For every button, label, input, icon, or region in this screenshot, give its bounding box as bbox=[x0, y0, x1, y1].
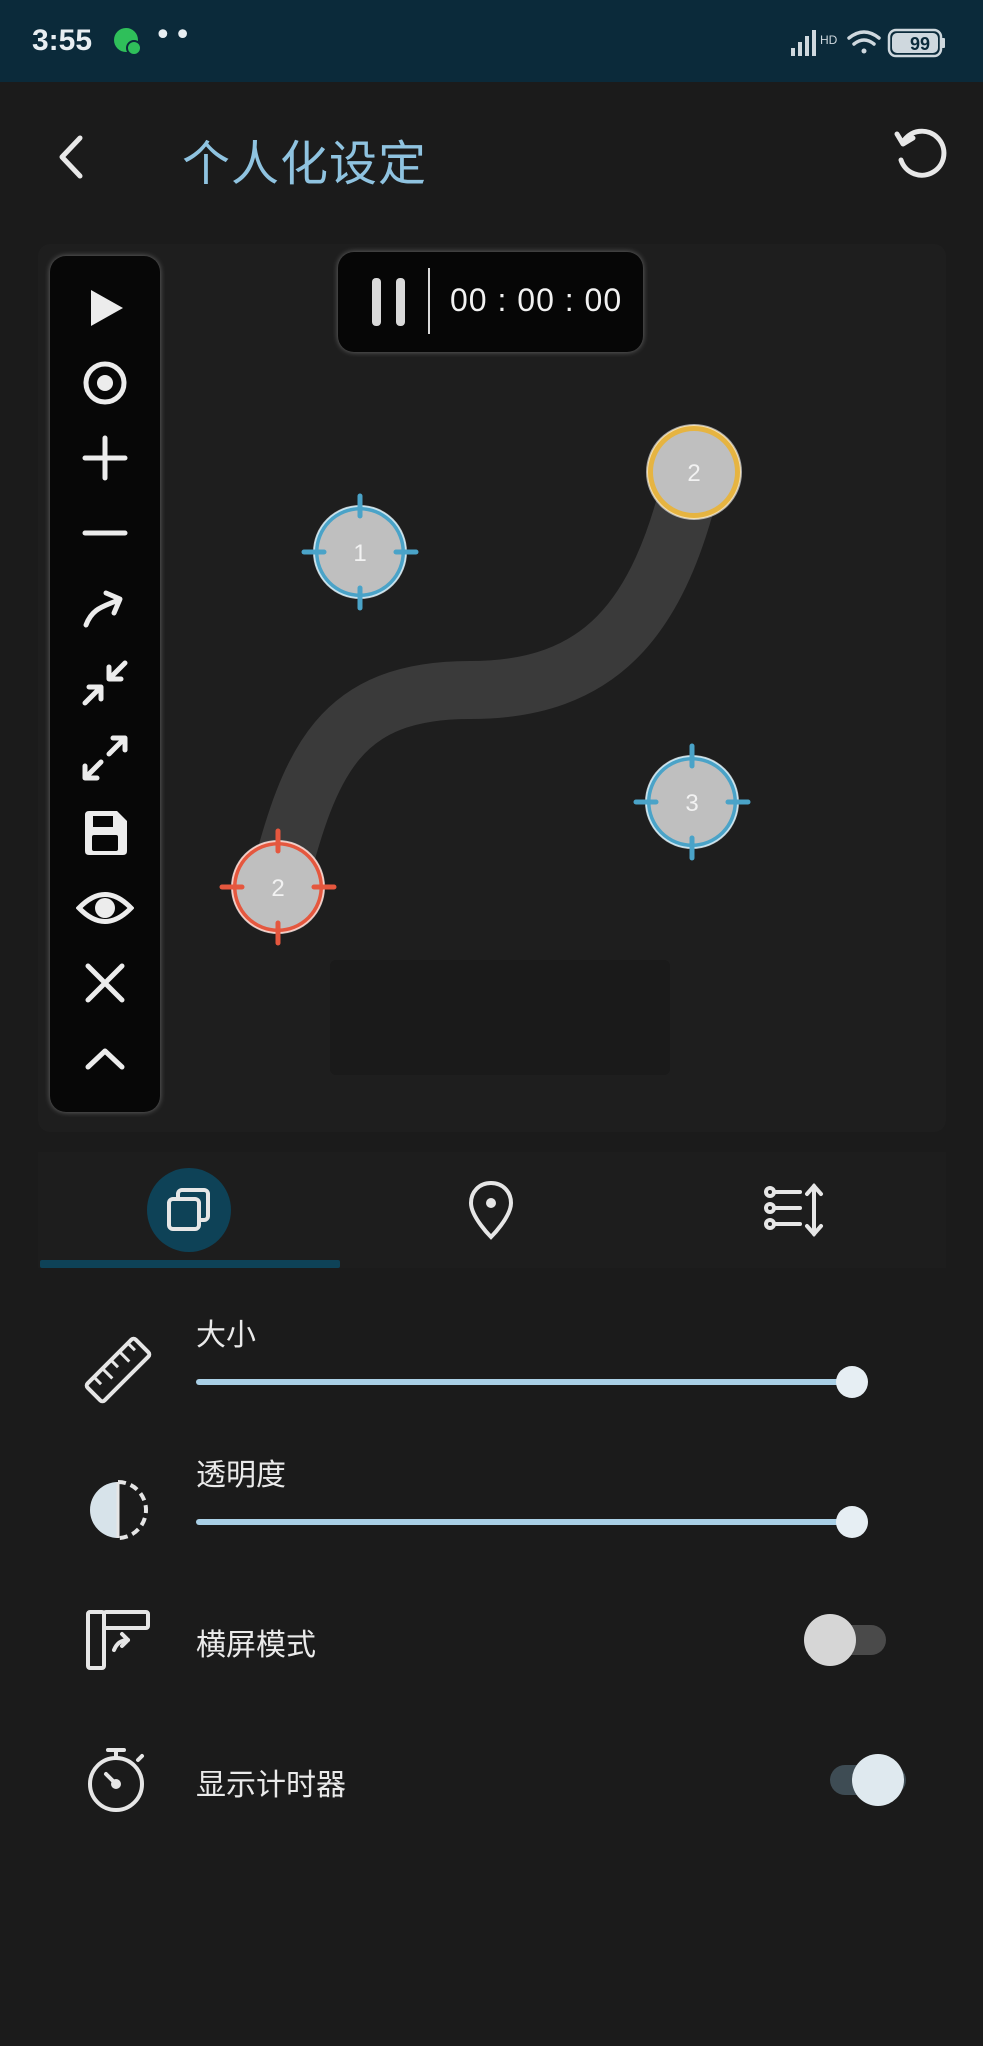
landscape-toggle[interactable] bbox=[804, 1614, 886, 1666]
slider-thumb[interactable] bbox=[836, 1366, 868, 1398]
save-icon[interactable] bbox=[50, 801, 160, 865]
pause-icon[interactable] bbox=[370, 276, 408, 328]
tab-indicator bbox=[40, 1260, 340, 1268]
expand-icon[interactable] bbox=[50, 726, 160, 790]
landscape-label: 横屏模式 bbox=[196, 1628, 316, 1663]
play-icon[interactable] bbox=[50, 276, 160, 340]
tab-bar bbox=[38, 1152, 946, 1268]
tab-sort[interactable] bbox=[642, 1152, 944, 1268]
swipe-end-marker[interactable]: 2 bbox=[646, 424, 742, 520]
tab-locations[interactable] bbox=[340, 1152, 642, 1268]
slider-track bbox=[196, 1519, 852, 1525]
tap-marker-1[interactable]: 1 bbox=[301, 493, 419, 611]
size-label: 大小 bbox=[196, 1318, 256, 1353]
tab-active-highlight bbox=[147, 1168, 231, 1252]
timer-divider bbox=[428, 268, 430, 334]
floating-toolbar bbox=[50, 256, 160, 1112]
timer-widget: 00 : 00 : 00 bbox=[338, 252, 643, 352]
show-timer-label: 显示计时器 bbox=[196, 1768, 346, 1803]
minus-icon[interactable] bbox=[50, 501, 160, 565]
close-icon[interactable] bbox=[50, 951, 160, 1015]
marker-label: 2 bbox=[687, 460, 700, 487]
stopwatch-icon bbox=[88, 1748, 144, 1812]
show-timer-toggle[interactable] bbox=[824, 1754, 906, 1806]
timer-display: 00 : 00 : 00 bbox=[450, 282, 623, 318]
marker-label: 3 bbox=[685, 790, 698, 817]
target-icon[interactable] bbox=[50, 351, 160, 415]
slider-track bbox=[196, 1379, 852, 1385]
preview-shadow bbox=[330, 960, 670, 1075]
slider-thumb[interactable] bbox=[836, 1506, 868, 1538]
toggle-thumb bbox=[852, 1754, 904, 1806]
tap-marker-3[interactable]: 3 bbox=[633, 743, 751, 861]
chevron-up-icon[interactable] bbox=[50, 1026, 160, 1090]
collapse-icon[interactable] bbox=[50, 651, 160, 715]
sort-list-icon bbox=[764, 1182, 823, 1238]
opacity-icon bbox=[90, 1480, 148, 1540]
landscape-rotate-icon bbox=[86, 1610, 150, 1670]
layers-icon bbox=[167, 1188, 210, 1231]
tab-layers[interactable] bbox=[38, 1152, 340, 1268]
opacity-slider[interactable] bbox=[196, 1502, 868, 1542]
opacity-label: 透明度 bbox=[196, 1458, 286, 1493]
toggle-thumb bbox=[804, 1614, 856, 1666]
marker-label: 1 bbox=[353, 540, 366, 567]
location-pin-icon bbox=[468, 1180, 514, 1240]
size-slider[interactable] bbox=[196, 1362, 868, 1402]
ruler-icon bbox=[84, 1336, 152, 1404]
swipe-icon[interactable] bbox=[50, 576, 160, 640]
eye-icon[interactable] bbox=[50, 876, 160, 940]
plus-icon[interactable] bbox=[50, 426, 160, 490]
marker-label: 2 bbox=[271, 875, 284, 902]
